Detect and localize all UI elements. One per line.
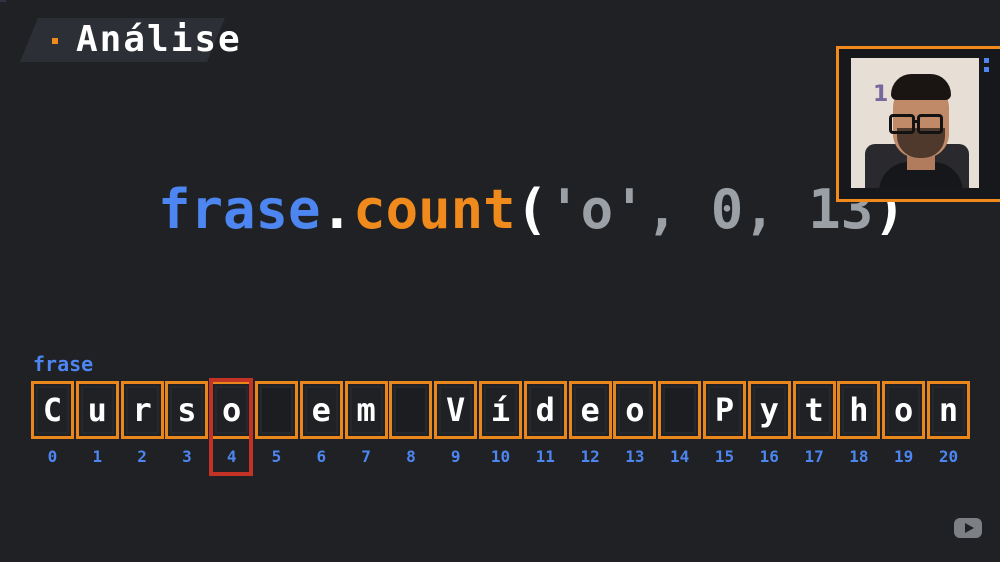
char-cell: e (568, 381, 612, 439)
title-bullet (52, 38, 58, 44)
char-cell-text: o (887, 386, 921, 434)
presenter-glasses-bridge (913, 120, 919, 123)
index-label: 3 (182, 447, 192, 466)
slide-title: Análise (76, 19, 242, 60)
index-label: 14 (670, 447, 690, 466)
char-cell-text: o (618, 386, 652, 434)
index-label: 20 (938, 447, 959, 466)
index-label: 9 (450, 447, 461, 466)
char-cell: s (165, 381, 209, 439)
index-label: 10 (490, 447, 511, 466)
char-cell (389, 381, 433, 439)
variable-label: frase (33, 352, 94, 376)
char-cell: n (927, 381, 970, 439)
index-label: 16 (759, 447, 779, 466)
index-label: 7 (361, 447, 371, 466)
char-cell: h (837, 381, 881, 439)
char-cell-text: s (170, 386, 204, 434)
code-dot: . (320, 178, 354, 241)
index-label: 19 (894, 447, 914, 466)
highlighted-character-marker (209, 378, 254, 476)
string-character-strip: Curso em Vídeo Python (31, 381, 971, 439)
code-method: count (353, 178, 516, 241)
char-cell (658, 381, 702, 439)
index-label: 13 (625, 447, 645, 466)
char-cell-text (394, 386, 428, 434)
index-label: 1 (92, 447, 103, 466)
char-cell-text (260, 386, 293, 434)
presenter-glasses-left (889, 114, 915, 134)
char-cell-text: n (932, 386, 965, 434)
char-cell-text: e (304, 386, 338, 434)
corner-decoration (0, 0, 6, 2)
char-cell: o (613, 381, 657, 439)
index-label: 17 (804, 447, 824, 466)
char-cell: P (703, 381, 746, 439)
char-cell-text: e (573, 386, 607, 434)
code-expression: frase.count('o', 0, 13) (158, 178, 906, 242)
char-cell-text: u (80, 386, 114, 434)
index-label: 8 (406, 447, 416, 466)
index-label: 12 (580, 447, 600, 466)
char-cell-text: í (484, 386, 517, 434)
presenter-glasses-right (917, 114, 943, 134)
char-cell: e (299, 381, 343, 439)
slide: Análise frase.count('o', 0, 13) 1 et fra… (0, 0, 1000, 562)
index-label: 0 (47, 447, 58, 466)
char-cell: r (120, 381, 164, 439)
char-cell-text: m (349, 386, 383, 434)
char-cell: C (31, 381, 74, 439)
char-cell-text: t (797, 386, 831, 434)
index-label: 15 (714, 447, 735, 466)
char-cell (255, 381, 298, 439)
char-cell-text: P (708, 386, 741, 434)
char-cell-text: C (36, 386, 69, 434)
char-cell: í (479, 381, 522, 439)
char-cell-text: d (528, 386, 562, 434)
index-label: 18 (849, 447, 869, 466)
char-cell: o (882, 381, 926, 439)
char-cell: y (747, 381, 791, 439)
char-cell: V (434, 381, 478, 439)
index-label: 11 (535, 447, 555, 466)
webcam-frame-dots (984, 58, 990, 72)
index-label: 2 (137, 447, 147, 466)
char-cell-text: h (842, 386, 876, 434)
char-cell: u (75, 381, 119, 439)
index-label: 6 (316, 447, 327, 466)
char-cell-text: r (125, 386, 159, 434)
char-cell-text: V (439, 386, 473, 434)
youtube-icon[interactable] (954, 518, 982, 538)
index-label: 5 (271, 447, 282, 466)
webcam-presenter: 1 et (851, 58, 979, 188)
char-cell-text: y (752, 386, 786, 434)
code-arguments: 'o', 0, 13 (548, 178, 874, 241)
char-cell: m (344, 381, 388, 439)
code-variable: frase (158, 178, 321, 241)
char-cell: d (523, 381, 567, 439)
char-cell: t (792, 381, 836, 439)
presenter-hair (891, 74, 951, 100)
char-cell-text (663, 386, 697, 434)
code-open-paren: ( (515, 178, 549, 241)
